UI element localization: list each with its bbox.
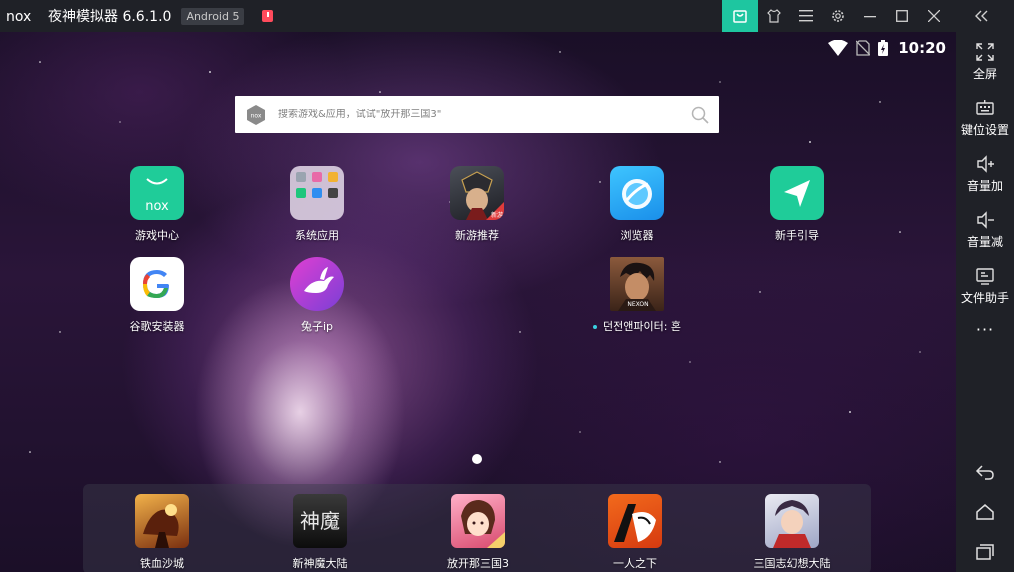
home-icon[interactable]	[975, 502, 995, 522]
settings-button[interactable]	[822, 0, 854, 32]
search-bar[interactable]: nox	[235, 96, 719, 133]
game-center-icon: nox	[130, 166, 184, 220]
volume-down-button[interactable]: 音量减	[956, 200, 1014, 254]
app-game-center[interactable]: nox 游戏中心	[102, 166, 212, 243]
dock-app-yiren-zhixia[interactable]: 一人之下	[580, 494, 690, 571]
yiren-zhixia-icon	[608, 494, 662, 548]
app-label: 系统应用	[295, 229, 339, 242]
nox-hex-logo-icon: nox	[247, 104, 265, 125]
new-games-icon: 新游	[450, 166, 504, 220]
close-button[interactable]	[918, 0, 950, 32]
svg-text:NEXON: NEXON	[627, 301, 648, 308]
skin-button[interactable]	[758, 0, 790, 32]
shirt-icon	[767, 9, 781, 23]
menu-button[interactable]	[790, 0, 822, 32]
collapse-sidebar-button[interactable]	[950, 0, 1014, 32]
shenmo-dalu-icon: 神魔	[293, 494, 347, 548]
android-version-badge: Android 5	[181, 7, 245, 25]
app-label: 新神魔大陆	[292, 557, 348, 570]
battery-charging-icon	[878, 40, 889, 56]
maximize-button[interactable]	[886, 0, 918, 32]
volume-up-button[interactable]: 音量加	[956, 144, 1014, 198]
fullscreen-icon	[976, 43, 994, 61]
rabbit-ip-icon	[290, 257, 344, 311]
shop-button[interactable]	[722, 0, 758, 32]
app-label: 一人之下	[613, 557, 657, 570]
app-rabbit-ip[interactable]: 兔子ip	[262, 257, 372, 334]
app-label: 谷歌安装器	[129, 320, 185, 333]
page-indicator[interactable]	[472, 454, 482, 464]
volume-down-icon	[977, 211, 994, 229]
shop-icon	[733, 10, 747, 23]
gear-icon	[832, 10, 844, 22]
maximize-icon	[896, 10, 908, 22]
svg-text:nox: nox	[6, 9, 31, 23]
app-label: 兔子ip	[300, 320, 334, 333]
file-helper-button[interactable]: 文件助手	[956, 256, 1014, 310]
right-toolbar: 全屏 键位设置 音量加 音量减 文件助手 ···	[956, 32, 1014, 572]
minimize-button[interactable]	[854, 0, 886, 32]
svg-text:新游: 新游	[491, 211, 503, 219]
minimize-icon	[864, 16, 876, 18]
app-google-installer[interactable]: 谷歌安装器	[102, 257, 212, 334]
svg-text:神魔: 神魔	[300, 509, 340, 533]
search-input[interactable]	[278, 109, 668, 120]
app-dnf[interactable]: NEXON 던전앤파이터: 혼	[582, 257, 692, 334]
android-status-bar: 10:20	[828, 38, 946, 58]
keyboard-icon	[976, 100, 994, 115]
title-bar: nox 夜神模拟器 6.6.1.0 Android 5	[0, 0, 1014, 32]
app-label: 铁血沙城	[140, 557, 184, 570]
recents-icon[interactable]	[975, 542, 995, 562]
app-label: 新游推荐	[455, 229, 499, 242]
svg-text:nox: nox	[251, 112, 262, 119]
google-installer-icon	[130, 257, 184, 311]
fangkai-sanguo-icon	[451, 494, 505, 548]
sidebar-label: 音量加	[966, 179, 1003, 193]
system-apps-folder-icon	[290, 166, 344, 220]
app-new-games[interactable]: 新游 新游推荐	[422, 166, 532, 243]
wifi-icon	[828, 40, 849, 56]
clock: 10:20	[898, 39, 946, 57]
dnf-icon: NEXON	[610, 257, 664, 311]
app-label: 放开那三国3	[447, 557, 509, 570]
collapse-icon	[975, 10, 988, 22]
app-title: 夜神模拟器 6.6.1.0	[48, 9, 172, 25]
menu-icon	[799, 10, 813, 22]
sidebar-label: 全屏	[972, 67, 997, 81]
nox-logo: nox	[6, 9, 31, 23]
dock-app-shenmo-dalu[interactable]: 神魔 新神魔大陆	[265, 494, 375, 571]
sidebar-label: 键位设置	[960, 123, 1009, 137]
sanguozhi-icon	[765, 494, 819, 548]
no-sim-icon	[856, 40, 871, 56]
tiexue-shacheng-icon	[135, 494, 189, 548]
app-system-apps-folder[interactable]: 系统应用	[262, 166, 372, 243]
alert-icon[interactable]	[262, 10, 274, 22]
sidebar-label: 文件助手	[960, 291, 1009, 305]
dock-app-fangkai-sanguo[interactable]: 放开那三国3	[423, 494, 533, 571]
browser-icon	[610, 166, 664, 220]
app-label: 三国志幻想大陆	[753, 557, 831, 570]
keymap-button[interactable]: 键位设置	[956, 88, 1014, 142]
app-beginner-guide[interactable]: 新手引导	[742, 166, 852, 243]
android-desktop[interactable]: 10:20 nox nox 游戏中心	[0, 32, 956, 572]
new-install-dot	[592, 325, 597, 329]
app-label: 新手引导	[775, 229, 819, 242]
sidebar-label: 音量减	[966, 235, 1003, 249]
volume-up-icon	[977, 155, 994, 173]
dock-app-tiexue-shacheng[interactable]: 铁血沙城	[107, 494, 217, 571]
svg-text:nox: nox	[145, 199, 169, 214]
app-label: 浏览器	[620, 229, 654, 242]
fullscreen-button[interactable]: 全屏	[956, 32, 1014, 86]
app-label: 游戏中心	[135, 229, 179, 242]
dock-app-sanguozhi[interactable]: 三国志幻想大陆	[737, 494, 847, 571]
search-icon[interactable]	[691, 106, 709, 124]
guide-icon	[770, 166, 824, 220]
close-icon	[928, 10, 940, 22]
back-icon[interactable]	[975, 462, 995, 482]
app-browser[interactable]: 浏览器	[582, 166, 692, 243]
app-label: 던전앤파이터: 혼	[592, 318, 681, 334]
more-options-button[interactable]: ···	[956, 320, 1014, 339]
dock: 铁血沙城 神魔 新神魔大陆 放开那三国3 一人之下 三国志幻想大陆	[83, 484, 871, 572]
file-helper-icon	[976, 268, 994, 285]
